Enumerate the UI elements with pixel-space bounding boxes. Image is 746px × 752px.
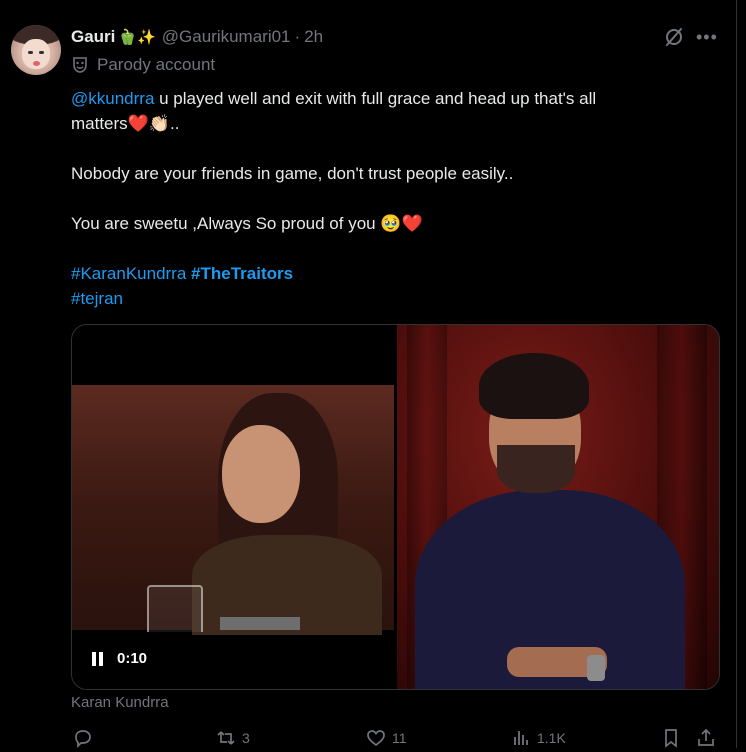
repost-button[interactable]: 3: [216, 728, 250, 748]
video-controls: 0:10: [92, 650, 147, 667]
author-handle[interactable]: @Gaurikumari01: [162, 27, 291, 47]
share-button[interactable]: [696, 728, 722, 748]
like-button[interactable]: 11: [366, 728, 407, 748]
theater-mask-icon: [73, 57, 87, 73]
parody-label: Parody account: [71, 55, 215, 75]
views-chart-icon: [514, 731, 528, 745]
text-line2: matters❤️👏🏻..: [71, 114, 180, 133]
tweet-text: @kkundrra u played well and exit with fu…: [71, 86, 721, 311]
video-left-panel: [72, 325, 394, 689]
parody-label-text: Parody account: [97, 55, 216, 74]
author-emojis: 🫑✨: [118, 29, 156, 46]
reply-button[interactable]: [73, 728, 99, 748]
hashtag-karankundrra[interactable]: #KaranKundrra: [71, 264, 186, 283]
action-bar: 3 11 1.1K: [71, 728, 721, 752]
avatar[interactable]: [11, 25, 61, 75]
repost-icon: [217, 731, 235, 745]
bookmark-button[interactable]: [661, 728, 687, 748]
video-player[interactable]: 0:10: [71, 324, 720, 690]
hashtag-tejran[interactable]: #tejran: [71, 289, 123, 308]
tweet-header: Gauri 🫑✨ @Gaurikumari01 · 2h: [71, 25, 323, 49]
bookmark-icon: [665, 729, 677, 748]
like-count: 11: [392, 730, 407, 746]
text-line1: u played well and exit with full grace a…: [154, 89, 597, 108]
heart-icon: [367, 730, 385, 747]
timeline-border: [736, 0, 737, 748]
video-time: 0:10: [117, 650, 148, 667]
grok-icon[interactable]: [663, 26, 685, 48]
views-count: 1.1K: [537, 730, 566, 746]
views-button[interactable]: 1.1K: [511, 728, 566, 748]
media-caption: Karan Kundrra: [71, 694, 169, 711]
text-para2: Nobody are your friends in game, don't t…: [71, 164, 514, 183]
mention-link[interactable]: @kkundrra: [71, 89, 154, 108]
separator-dot: ·: [294, 27, 301, 46]
author-name[interactable]: Gauri: [71, 27, 115, 47]
text-para3: You are sweetu ,Always So proud of you 🥹…: [71, 214, 423, 233]
pause-icon[interactable]: [92, 651, 106, 666]
tweet[interactable]: Gauri 🫑✨ @Gaurikumari01 · 2h ••• Parody …: [0, 0, 736, 748]
more-options-icon[interactable]: •••: [696, 26, 720, 48]
hashtag-thetraitors[interactable]: #TheTraitors: [191, 264, 293, 283]
video-right-panel: [397, 325, 719, 689]
reply-icon: [75, 730, 91, 748]
repost-count: 3: [242, 730, 250, 746]
share-icon: [698, 728, 714, 746]
post-time[interactable]: 2h: [304, 27, 323, 47]
